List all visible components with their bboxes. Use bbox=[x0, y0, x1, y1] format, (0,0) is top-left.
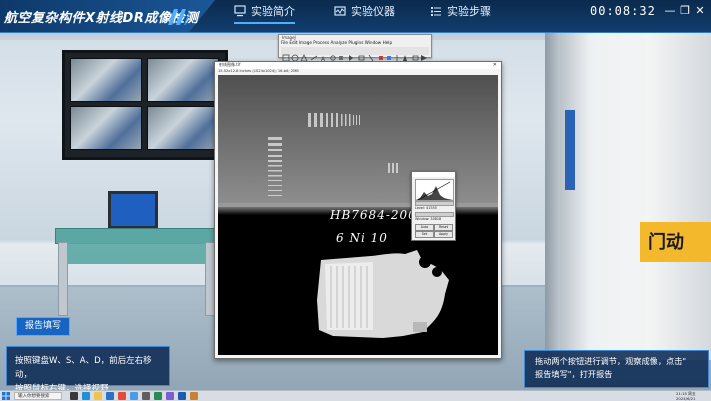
wl-histogram bbox=[415, 179, 454, 201]
set-button[interactable]: Set bbox=[415, 231, 434, 238]
level-value: 41555 bbox=[426, 206, 437, 210]
app-icon-blue[interactable] bbox=[130, 392, 138, 400]
desk-leg-left bbox=[58, 242, 68, 316]
app-icon-purple[interactable] bbox=[166, 392, 174, 400]
window-label: Window: bbox=[415, 217, 430, 221]
imagej-menu[interactable]: File Edit Image Process Analyze Plugins … bbox=[281, 40, 392, 45]
menu-image[interactable]: Image bbox=[299, 40, 312, 45]
list-icon bbox=[431, 7, 441, 16]
menu-file[interactable]: File bbox=[281, 40, 288, 45]
close-icon[interactable]: ✕ bbox=[694, 5, 706, 17]
tab-experiment-intro[interactable]: 实验简介 bbox=[234, 0, 295, 24]
app-icon-green[interactable] bbox=[154, 392, 162, 400]
door-stripe bbox=[565, 110, 575, 190]
monitor-icon bbox=[234, 5, 246, 17]
tab-label: 实验仪器 bbox=[351, 5, 395, 18]
desktop-monitor bbox=[108, 191, 158, 229]
windows-taskbar: 输入你想要搜索 21:15 周五 2024/6/21 bbox=[0, 390, 711, 401]
surveillance-monitor bbox=[62, 50, 228, 160]
hint-line-1: 按照键盘W、S、A、D，前后左右移动， bbox=[15, 356, 152, 380]
tab-label: 实验简介 bbox=[251, 5, 295, 18]
file-explorer-icon[interactable] bbox=[94, 392, 102, 400]
hint-line-1: 拖动两个按钮进行调节，观察成像，点击" bbox=[535, 356, 687, 366]
reset-button[interactable]: Reset bbox=[434, 224, 453, 231]
tab-label: 实验步骤 bbox=[447, 5, 491, 18]
edge-browser-icon[interactable] bbox=[82, 392, 90, 400]
desk-front bbox=[58, 242, 208, 264]
shielding-door bbox=[560, 30, 711, 360]
histogram-icon bbox=[416, 181, 453, 201]
tray-date: 2024/6/21 bbox=[676, 396, 696, 401]
camera-feed-2 bbox=[147, 58, 219, 102]
elapsed-timer: 00:08:32 bbox=[590, 4, 656, 18]
window-level-dialog[interactable]: Level: 41555 Window: 30818 Auto Reset Se… bbox=[411, 171, 456, 241]
report-fill-button[interactable]: 报告填写 bbox=[16, 317, 70, 336]
adjust-hint-panel: 拖动两个按钮进行调节，观察成像，点击" 报告填写"，打开报告 bbox=[524, 350, 709, 388]
imagej-app-icon[interactable] bbox=[178, 392, 186, 400]
hint-line-2: 报告填写"，打开报告 bbox=[535, 369, 613, 379]
top-navigation-bar: 航空复杂构件X射线DR成像检测 实验简介 实验仪器 实验步骤 00:08:32 … bbox=[0, 0, 711, 33]
movement-hint-panel: 按照键盘W、S、A、D，前后左右移动， 按照鼠标右键，选择视野 bbox=[6, 346, 170, 394]
menu-window[interactable]: Window bbox=[365, 40, 382, 45]
door-sign: 门动 bbox=[640, 222, 711, 262]
imagej-tool-icons[interactable]: A bbox=[281, 47, 429, 63]
app-icon-red[interactable] bbox=[118, 392, 126, 400]
menu-plugins[interactable]: Plugins bbox=[348, 40, 363, 45]
camera-feed-4 bbox=[147, 106, 219, 150]
restore-icon[interactable]: ❐ bbox=[679, 5, 691, 17]
apply-button[interactable]: Apply bbox=[434, 231, 453, 238]
wl-titlebar[interactable] bbox=[412, 172, 455, 177]
imagej-toolbar-window[interactable]: ImageJ File Edit Image Process Analyze P… bbox=[278, 34, 432, 63]
handwritten-material-label: 6 Ni 10 bbox=[336, 231, 388, 245]
menu-analyze[interactable]: Analyze bbox=[331, 40, 348, 45]
image-window-titlebar[interactable]: 射线图像.tif ✕ bbox=[215, 62, 501, 69]
camera-feed-1 bbox=[70, 58, 142, 102]
camera-feed-3 bbox=[70, 106, 142, 150]
windows-start-icon[interactable] bbox=[2, 392, 10, 400]
xray-radiograph[interactable]: HB7684-2000 6 Ni 10 bbox=[218, 75, 498, 355]
task-view-icon[interactable] bbox=[70, 392, 78, 400]
menu-process[interactable]: Process bbox=[313, 40, 329, 45]
app-icon-gray[interactable] bbox=[142, 392, 150, 400]
tab-experiment-steps[interactable]: 实验步骤 bbox=[430, 0, 491, 22]
image-window-close-icon[interactable]: ✕ bbox=[493, 62, 497, 68]
image-info-line: 15.52x12.8 inches (1024x1024); 16-bit; 2… bbox=[218, 69, 299, 73]
minimize-icon[interactable]: — bbox=[664, 5, 676, 17]
menu-help[interactable]: Help bbox=[383, 40, 393, 45]
radiograph-image-window[interactable]: 射线图像.tif ✕ 15.52x12.8 inches (1024x1024)… bbox=[214, 61, 502, 359]
instrument-icon bbox=[334, 6, 346, 16]
tab-experiment-instruments[interactable]: 实验仪器 bbox=[334, 0, 395, 22]
window-value: 30818 bbox=[430, 217, 442, 221]
image-window-title: 射线图像.tif bbox=[219, 62, 241, 67]
turbine-blade-silhouette-icon bbox=[317, 250, 449, 338]
level-label: Level: bbox=[415, 206, 426, 210]
decor-slashes-icon bbox=[168, 9, 190, 25]
taskbar-search-input[interactable]: 输入你想要搜索 bbox=[14, 392, 62, 400]
menu-edit[interactable]: Edit bbox=[289, 40, 297, 45]
app-icon-orange[interactable] bbox=[190, 392, 198, 400]
store-icon[interactable] bbox=[106, 392, 114, 400]
auto-button[interactable]: Auto bbox=[415, 224, 434, 231]
